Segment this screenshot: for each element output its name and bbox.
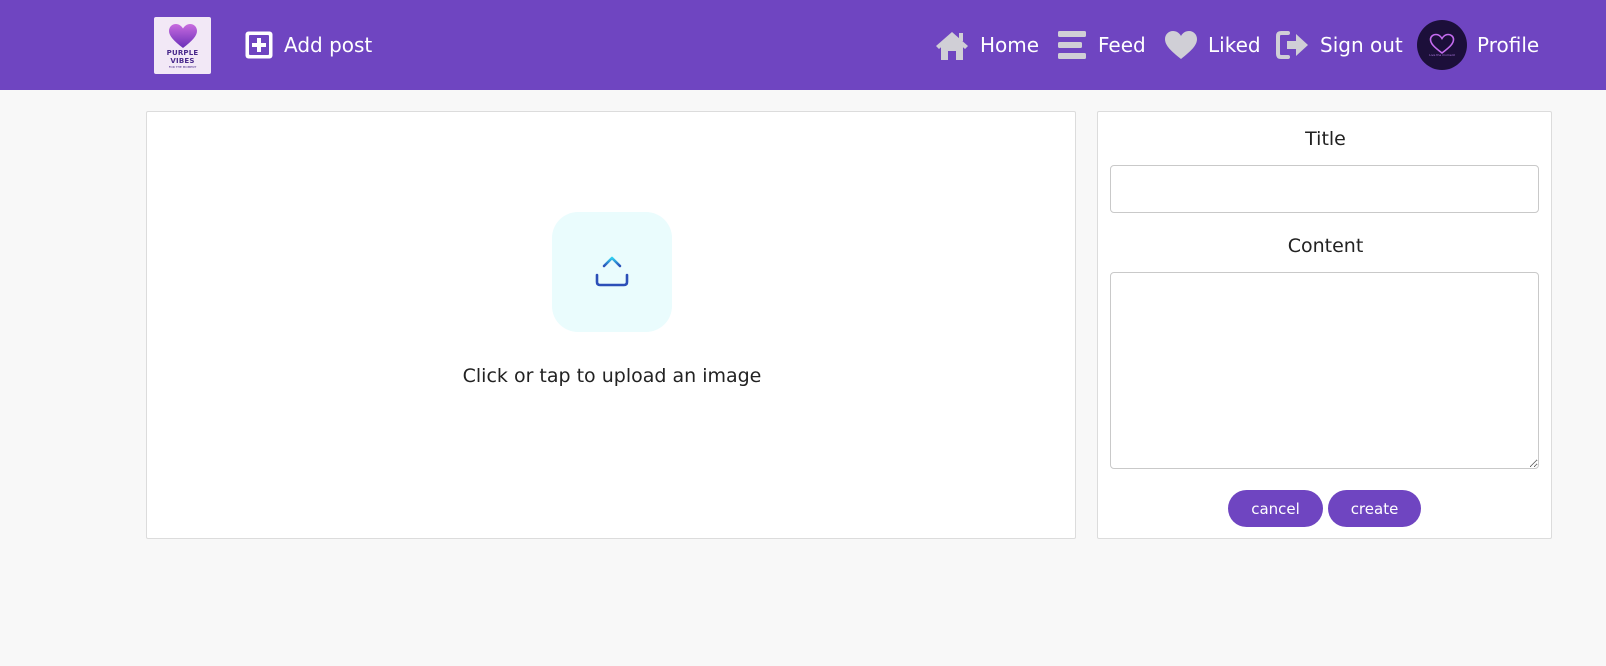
liked-label: Liked — [1208, 33, 1261, 57]
sign-out-icon — [1276, 31, 1308, 59]
logo-text-line2: VIBES — [170, 56, 195, 65]
bars-icon — [1058, 31, 1086, 59]
heart-outline-icon — [1429, 33, 1455, 55]
add-post-link[interactable]: Add post — [244, 28, 372, 62]
cancel-button[interactable]: cancel — [1228, 490, 1323, 527]
add-post-label: Add post — [284, 33, 373, 57]
feed-link[interactable]: Feed — [1056, 28, 1146, 62]
sign-out-label: Sign out — [1320, 33, 1403, 57]
profile-link[interactable]: Live the moment Profile — [1417, 19, 1539, 71]
home-icon — [936, 32, 968, 60]
upload-icon — [595, 256, 629, 287]
logo-text-line1: PURPLE — [166, 48, 199, 57]
title-label: Title — [1305, 128, 1346, 150]
image-upload-area[interactable]: Click or tap to upload an image — [146, 111, 1076, 539]
title-input[interactable] — [1110, 165, 1539, 213]
logo-tagline: FOR THE MOMENT — [168, 64, 197, 69]
upload-prompt: Click or tap to upload an image — [462, 365, 762, 387]
avatar-tagline: Live the moment — [1429, 53, 1455, 57]
sign-out-link[interactable]: Sign out — [1276, 28, 1403, 62]
heart-logo-icon — [168, 23, 197, 48]
upload-tile[interactable] — [552, 212, 672, 332]
plus-square-icon — [245, 31, 273, 59]
logo[interactable]: PURPLE VIBES FOR THE MOMENT — [154, 17, 211, 74]
heart-icon — [1165, 31, 1197, 59]
avatar: Live the moment — [1417, 20, 1467, 70]
content-textarea[interactable] — [1110, 272, 1539, 469]
post-form: Title Content cancel create — [1097, 111, 1552, 539]
home-link[interactable]: Home — [934, 28, 1039, 62]
liked-link[interactable]: Liked — [1164, 28, 1261, 62]
navbar: PURPLE VIBES FOR THE MOMENT Add post Hom… — [0, 0, 1606, 90]
home-label: Home — [980, 33, 1040, 57]
content-label: Content — [1287, 235, 1364, 257]
create-button[interactable]: create — [1328, 490, 1421, 527]
profile-label: Profile — [1477, 33, 1540, 57]
feed-label: Feed — [1098, 33, 1146, 57]
